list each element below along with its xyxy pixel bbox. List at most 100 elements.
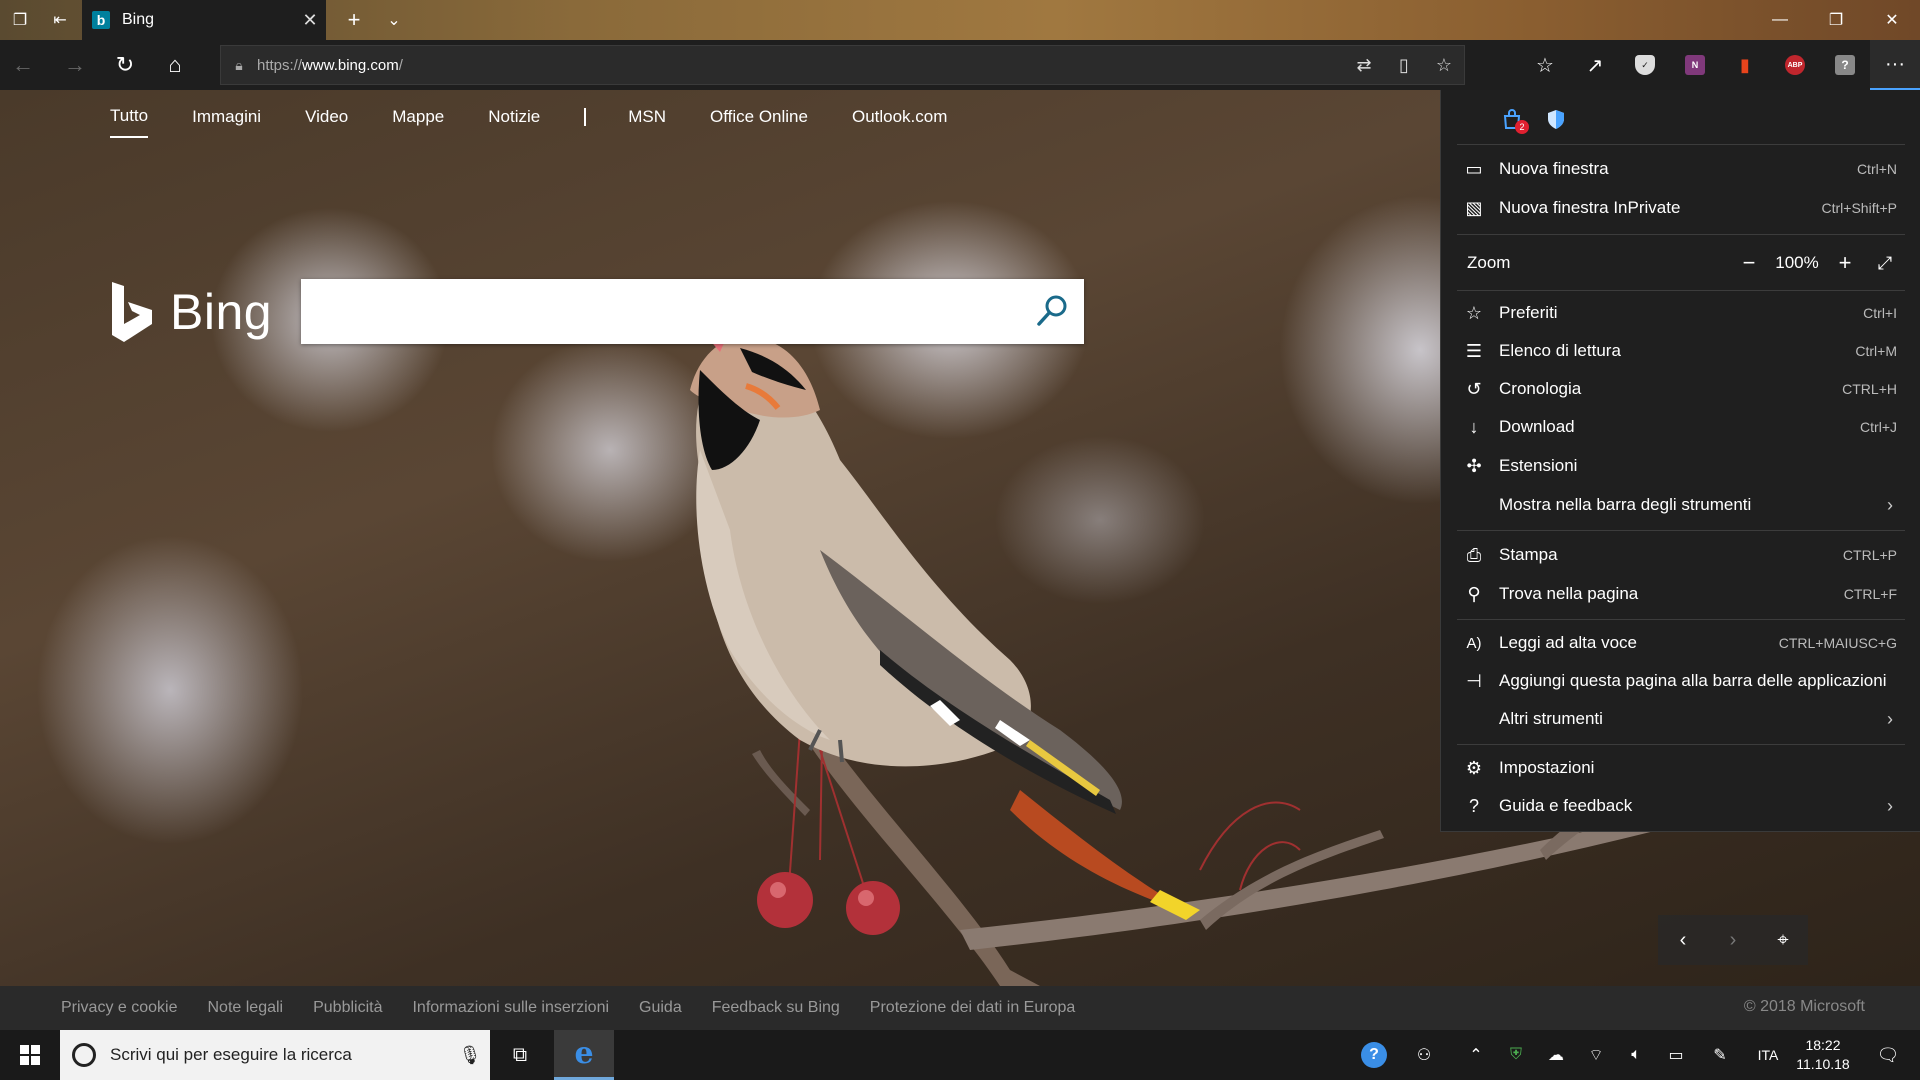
onenote-icon[interactable]: N	[1670, 40, 1720, 90]
set-aside-tabs-icon[interactable]: ⇤	[40, 0, 80, 40]
settings-menu: 2 ▭ Nuova finestra Ctrl+N ▧ Nuova finest…	[1440, 90, 1920, 832]
more-options-icon[interactable]: ···	[1870, 40, 1920, 90]
chevron-right-icon: ›	[1887, 494, 1893, 515]
menu-item-find[interactable]: ⚲ Trova nella pagina CTRL+F	[1457, 575, 1905, 613]
bing-logo[interactable]: Bing	[110, 280, 272, 344]
action-center-icon[interactable]: 🗨︎	[1860, 1030, 1916, 1080]
bing-nav-outlook[interactable]: Outlook.com	[852, 107, 947, 137]
star-icon[interactable]: ☆	[1424, 46, 1464, 84]
location-pin-icon[interactable]: ⌖	[1758, 915, 1808, 965]
extension-unknown-icon[interactable]: ?	[1820, 40, 1870, 90]
zoom-out-icon[interactable]: −	[1729, 250, 1769, 276]
taskbar: Scrivi qui per eseguire la ricerca 🎙︎ ⧉ …	[0, 1030, 1920, 1080]
tab-title: Bing	[122, 11, 155, 28]
home-icon[interactable]: ⌂	[152, 40, 198, 90]
url-text[interactable]: https://www.bing.com/	[257, 57, 403, 74]
adblock-icon[interactable]: ABP	[1770, 40, 1820, 90]
footer-link[interactable]: Note legali	[208, 999, 284, 1017]
windows-start-icon[interactable]	[0, 1030, 60, 1080]
menu-item-extensions[interactable]: ✣ Estensioni	[1457, 447, 1905, 485]
address-bar[interactable]: 🔒︎ https://www.bing.com/ ⇄ ▯ ☆	[220, 45, 1465, 85]
image-controls: ‹ › ⌖	[1658, 915, 1808, 965]
menu-item-settings[interactable]: ⚙ Impostazioni	[1457, 749, 1905, 787]
pen-icon[interactable]: ✎	[1700, 1030, 1740, 1080]
copyright: © 2018 Microsoft	[1743, 998, 1865, 1015]
bing-nav-office-online[interactable]: Office Online	[710, 107, 808, 137]
menu-item-download[interactable]: ↓ Download Ctrl+J	[1457, 408, 1905, 446]
help-icon: ?	[1468, 795, 1479, 816]
tab-actions-icon[interactable]: ❐	[0, 0, 40, 40]
pin-icon: ⊣	[1466, 670, 1482, 691]
menu-item-print[interactable]: ⎙ Stampa CTRL+P	[1457, 536, 1905, 574]
settings-icon: ⚙	[1465, 757, 1483, 778]
minimize-icon[interactable]: —	[1752, 0, 1808, 40]
bing-wordmark: Bing	[170, 284, 273, 340]
menu-item-show-in-toolbar[interactable]: Mostra nella barra degli strumenti ›	[1457, 486, 1905, 524]
translate-icon[interactable]: ⇄	[1344, 46, 1384, 84]
footer-link[interactable]: Informazioni sulle inserzioni	[412, 999, 609, 1017]
bing-logo-icon	[112, 282, 152, 342]
back-icon[interactable]: ←	[0, 40, 46, 90]
menu-item-new-window[interactable]: ▭ Nuova finestra Ctrl+N	[1457, 150, 1905, 188]
menu-item-favorites[interactable]: ☆ Preferiti Ctrl+I	[1457, 294, 1905, 332]
restore-icon[interactable]: ❐	[1808, 0, 1864, 40]
footer-link[interactable]: Protezione dei dati in Europa	[870, 999, 1075, 1017]
close-window-icon[interactable]: ✕	[1864, 0, 1920, 40]
bing-nav-notizie[interactable]: Notizie	[488, 107, 540, 137]
bing-nav-tutto[interactable]: Tutto	[110, 106, 149, 138]
next-image-icon[interactable]: ›	[1708, 915, 1758, 965]
menu-item-reading-list[interactable]: ☰ Elenco di lettura Ctrl+M	[1457, 332, 1905, 370]
tab-bing[interactable]: b Bing ✕	[82, 0, 326, 40]
shield-extension-icon[interactable]	[1545, 108, 1567, 135]
office-icon[interactable]: ▮	[1720, 40, 1770, 90]
forward-icon[interactable]: →	[52, 40, 98, 90]
notification-badge: 2	[1515, 120, 1529, 134]
help-tray-icon[interactable]: ?	[1352, 1030, 1396, 1080]
bing-nav-msn[interactable]: MSN	[628, 107, 666, 137]
language-indicator[interactable]: ITA	[1744, 1030, 1792, 1080]
menu-item-pin-taskbar[interactable]: ⊣ Aggiungi questa pagina alla barra dell…	[1457, 662, 1905, 700]
footer-link[interactable]: Guida	[639, 999, 682, 1017]
task-view-icon[interactable]: ⧉	[490, 1030, 550, 1080]
shopping-bag-icon[interactable]: 2	[1501, 108, 1529, 135]
show-hidden-icons-icon[interactable]: ⌃	[1456, 1030, 1496, 1080]
network-icon[interactable]: ⌔	[1576, 1030, 1616, 1080]
previous-image-icon[interactable]: ‹	[1658, 915, 1708, 965]
edge-app-icon[interactable]: e	[554, 1030, 614, 1080]
chevron-right-icon: ›	[1887, 708, 1893, 729]
close-tab-icon[interactable]: ✕	[294, 0, 326, 40]
refresh-icon[interactable]: ↻	[102, 40, 148, 90]
fullscreen-icon[interactable]: ⤢	[1865, 253, 1905, 274]
bing-nav-mappe[interactable]: Mappe	[392, 107, 444, 137]
pocket-icon[interactable]: ✓	[1620, 40, 1670, 90]
taskbar-search-input[interactable]: Scrivi qui per eseguire la ricerca 🎙︎	[60, 1030, 490, 1080]
search-icon[interactable]	[1034, 293, 1070, 329]
menu-item-history[interactable]: ↺ Cronologia CTRL+H	[1457, 370, 1905, 408]
microphone-icon[interactable]: 🎙︎	[450, 1045, 490, 1066]
menu-item-help[interactable]: ? Guida e feedback ›	[1457, 787, 1905, 825]
new-tab-icon[interactable]: +	[334, 0, 374, 40]
bing-search-input[interactable]	[301, 279, 1084, 344]
nav-divider	[584, 108, 587, 126]
battery-icon[interactable]: ▭	[1656, 1030, 1696, 1080]
print-icon: ⎙	[1466, 544, 1482, 565]
footer-link[interactable]: Feedback su Bing	[712, 999, 840, 1017]
menu-item-read-aloud[interactable]: A) Leggi ad alta voce CTRL+MAIUSC+G	[1457, 624, 1905, 662]
lock-icon: 🔒︎	[235, 56, 243, 73]
security-shield-icon[interactable]: ⛨	[1496, 1030, 1536, 1080]
onedrive-icon[interactable]: ☁	[1536, 1030, 1576, 1080]
bing-nav-immagini[interactable]: Immagini	[192, 107, 261, 137]
reading-view-icon[interactable]: ▯	[1384, 46, 1424, 84]
footer-link[interactable]: Privacy e cookie	[61, 999, 178, 1017]
footer-link[interactable]: Pubblicità	[313, 999, 382, 1017]
people-icon[interactable]: ⚇	[1404, 1030, 1444, 1080]
share-icon[interactable]: ↗	[1570, 40, 1620, 90]
volume-icon[interactable]: 🔈︎	[1616, 1030, 1656, 1080]
zoom-in-icon[interactable]: +	[1825, 250, 1865, 276]
bing-nav-video[interactable]: Video	[305, 107, 348, 137]
tab-preview-chevron-icon[interactable]: ⌄	[374, 0, 414, 40]
favorites-hub-icon[interactable]: ☆	[1520, 40, 1570, 90]
menu-item-more-tools[interactable]: Altri strumenti ›	[1457, 700, 1905, 738]
menu-item-inprivate[interactable]: ▧ Nuova finestra InPrivate Ctrl+Shift+P	[1457, 189, 1905, 227]
clock[interactable]: 18:22 11.10.18	[1788, 1036, 1858, 1074]
